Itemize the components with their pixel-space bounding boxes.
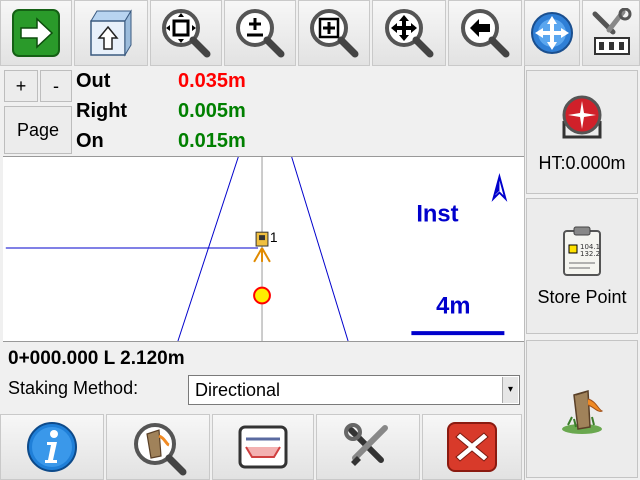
compass-icon bbox=[531, 12, 573, 54]
readout-out-value: 0.035m bbox=[178, 70, 246, 92]
page-button[interactable]: Page bbox=[4, 106, 72, 154]
road-cross-section-button[interactable] bbox=[212, 414, 314, 480]
page-minus-label: - bbox=[53, 75, 59, 96]
store-icon-line-2: 132.2 bbox=[580, 250, 600, 258]
zoom-extents-icon bbox=[162, 9, 211, 58]
info-button[interactable] bbox=[0, 414, 104, 480]
readout-out-label: Out bbox=[76, 70, 111, 92]
store-point-button[interactable]: 104.1 132.2 Store Point bbox=[526, 198, 638, 334]
instrument-settings-button[interactable] bbox=[582, 0, 640, 66]
close-button[interactable] bbox=[422, 414, 522, 480]
upload-button[interactable] bbox=[74, 0, 148, 66]
target-height-button[interactable]: HT:0.000m bbox=[526, 70, 638, 194]
alignment-right-line bbox=[291, 157, 349, 341]
stake-search-icon bbox=[134, 423, 187, 476]
store-point-label: Store Point bbox=[537, 286, 627, 307]
staking-method-select[interactable]: Directional ▾ bbox=[188, 375, 520, 405]
road-cross-section-icon bbox=[238, 425, 288, 469]
prism-target-icon bbox=[562, 95, 602, 138]
inst-label: Inst bbox=[416, 201, 458, 227]
page-plus-label: + bbox=[15, 75, 27, 96]
alignment-left-line bbox=[177, 157, 239, 341]
stake-search-button[interactable] bbox=[106, 414, 210, 480]
staking-method-value: Directional bbox=[195, 380, 281, 400]
target-height-label: HT:0.000m bbox=[538, 152, 626, 173]
zoom-in-out-button[interactable] bbox=[224, 0, 296, 66]
zoom-window-icon bbox=[310, 9, 359, 58]
upload-icon bbox=[90, 9, 132, 57]
scale-label: 4m bbox=[436, 293, 470, 319]
readout-right-label: Right bbox=[76, 100, 128, 122]
stake-button[interactable] bbox=[526, 340, 638, 478]
target-point[interactable] bbox=[253, 286, 271, 305]
staking-method-label: Staking Method: bbox=[8, 378, 139, 398]
zoom-extents-button[interactable] bbox=[150, 0, 222, 66]
zoom-previous-button[interactable] bbox=[448, 0, 522, 66]
readout-on-value: 0.015m bbox=[178, 130, 246, 152]
readout-on-label: On bbox=[76, 130, 104, 152]
station-readout: 0+000.000 L 2.120m bbox=[8, 348, 185, 369]
zoom-window-button[interactable] bbox=[298, 0, 370, 66]
readout-right-value: 0.005m bbox=[178, 100, 246, 122]
pan-icon bbox=[385, 9, 434, 58]
page-minus-button[interactable]: - bbox=[40, 70, 72, 102]
next-arrow-icon bbox=[12, 9, 60, 57]
page-label: Page bbox=[16, 119, 60, 140]
store-point-icon: 104.1 132.2 bbox=[563, 226, 601, 276]
page-plus-button[interactable]: + bbox=[4, 70, 38, 102]
stake-icon bbox=[562, 390, 604, 434]
point-label: 1 bbox=[270, 229, 278, 245]
tools-icon bbox=[592, 8, 632, 55]
close-icon bbox=[447, 422, 497, 472]
settings-tools-icon bbox=[344, 423, 388, 466]
zoom-in-out-icon bbox=[236, 9, 285, 58]
chevron-down-icon[interactable]: ▾ bbox=[502, 377, 518, 403]
settings-tools-button[interactable] bbox=[316, 414, 420, 480]
map-view[interactable]: 1 Inst 4m bbox=[3, 156, 524, 342]
info-icon bbox=[27, 422, 77, 472]
pan-button[interactable] bbox=[372, 0, 446, 66]
zoom-previous-icon bbox=[461, 9, 510, 58]
next-button[interactable] bbox=[0, 0, 72, 66]
compass-button[interactable] bbox=[524, 0, 580, 66]
